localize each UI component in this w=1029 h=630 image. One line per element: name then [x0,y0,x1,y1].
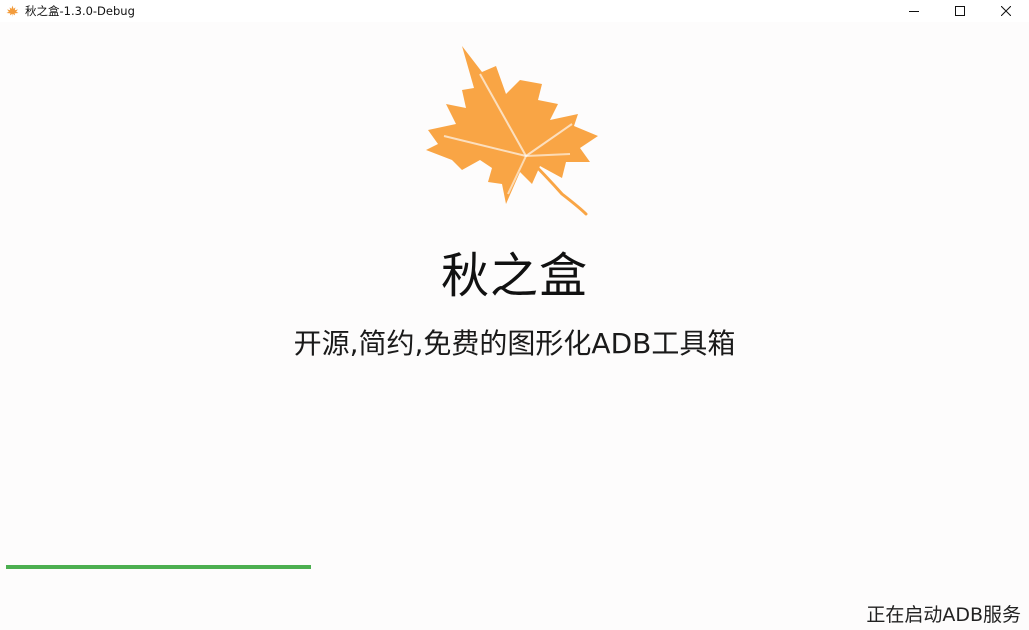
status-text: 正在启动ADB服务 [866,604,1021,626]
title-bar[interactable]: 秋之盒-1.3.0-Debug [0,0,1029,22]
minimize-button[interactable] [891,0,937,22]
window-title: 秋之盒-1.3.0-Debug [25,4,135,18]
app-name: 秋之盒 [440,248,588,304]
startup-progress-bar [6,565,1023,569]
minimize-icon [909,11,919,12]
tagline: 开源,简约,免费的图形化ADB工具箱 [293,327,736,360]
maple-leaf-icon [426,46,598,216]
progress-fill [6,565,312,569]
close-icon [1001,6,1011,16]
maple-leaf-icon [4,3,20,19]
maximize-icon [955,6,965,16]
window-controls [891,0,1029,22]
app-logo [422,44,602,216]
maximize-button[interactable] [937,0,983,22]
splash-window: 秋之盒-1.3.0-Debug 秋之盒 开源,简约,免费的图形化ADB工具箱 正… [0,0,1029,630]
close-button[interactable] [983,0,1029,22]
